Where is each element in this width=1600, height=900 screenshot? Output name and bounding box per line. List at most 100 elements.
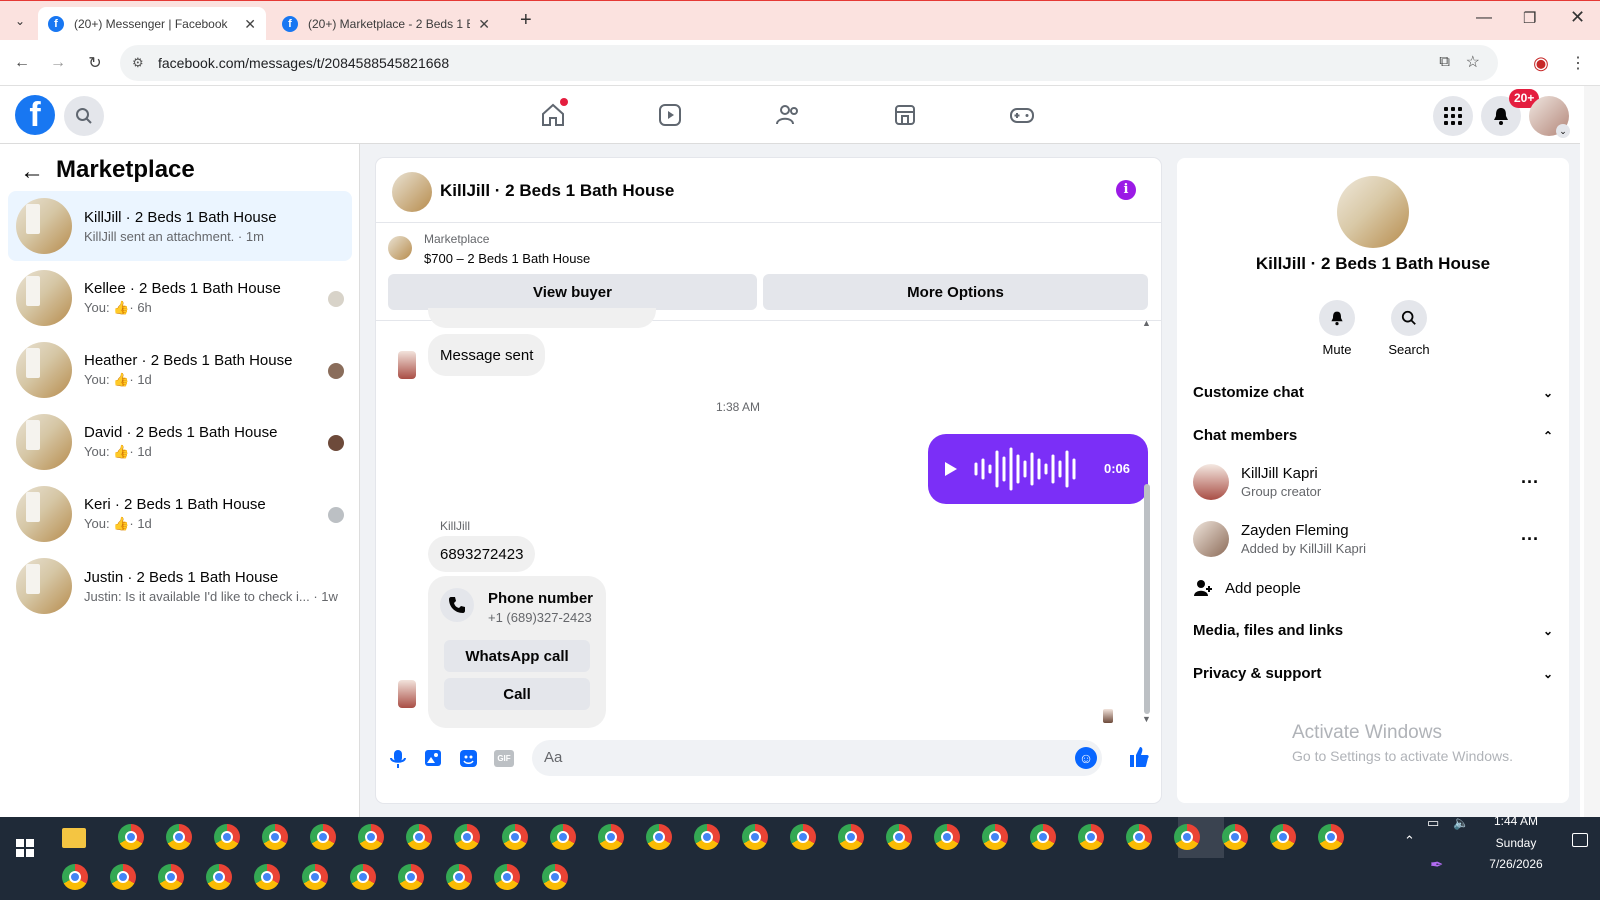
account-chevron-icon[interactable]: ⌄ xyxy=(1556,124,1570,138)
notification-center-icon[interactable] xyxy=(1572,833,1588,847)
chrome-taskbar-icon[interactable] xyxy=(166,824,192,850)
clock-date[interactable]: 7/26/2026 xyxy=(1472,857,1560,871)
add-people-row[interactable]: Add people xyxy=(1193,578,1553,598)
info-icon[interactable]: i xyxy=(1116,180,1136,200)
network-icon[interactable]: ▭ xyxy=(1427,815,1439,831)
chrome-taskbar-icon[interactable] xyxy=(446,864,472,890)
close-tab-icon[interactable]: ✕ xyxy=(478,16,490,33)
chrome-taskbar-icon[interactable] xyxy=(502,824,528,850)
address-bar[interactable]: ⚙ facebook.com/messages/t/20845885458216… xyxy=(120,45,1498,81)
chat-scroll-up[interactable]: ▲ xyxy=(1142,318,1151,328)
conversation-item[interactable]: Heather · 2 Beds 1 Bath House You: 👍· 1d xyxy=(8,335,352,405)
chrome-taskbar-icon[interactable] xyxy=(262,824,288,850)
message-input[interactable]: Aa ☺ xyxy=(532,740,1102,776)
chrome-taskbar-icon[interactable] xyxy=(110,864,136,890)
conversation-item[interactable]: KillJill · 2 Beds 1 Bath House KillJill … xyxy=(8,191,352,261)
chrome-taskbar-icon[interactable] xyxy=(454,824,480,850)
view-buyer-button[interactable]: View buyer xyxy=(388,274,757,310)
home-nav-button[interactable] xyxy=(538,98,568,130)
chrome-taskbar-icon[interactable] xyxy=(1030,824,1056,850)
more-options-button[interactable]: More Options xyxy=(763,274,1148,310)
member-item[interactable]: KillJill Kapri Group creator ··· xyxy=(1193,464,1553,500)
tab-search-button[interactable]: ⌄ xyxy=(8,9,32,33)
file-explorer-icon[interactable] xyxy=(62,828,86,848)
chrome-taskbar-icon[interactable] xyxy=(742,824,768,850)
video-nav-button[interactable] xyxy=(655,100,685,130)
customize-chat-row[interactable]: Customize chat ⌄ xyxy=(1193,384,1553,401)
pen-icon[interactable]: ✒ xyxy=(1430,855,1443,875)
gif-button[interactable]: GIF xyxy=(494,750,514,767)
chrome-taskbar-icon[interactable] xyxy=(886,824,912,850)
like-thumb-icon[interactable] xyxy=(1128,746,1150,768)
play-icon[interactable] xyxy=(944,461,958,477)
chrome-taskbar-icon[interactable] xyxy=(934,824,960,850)
chrome-taskbar-icon[interactable] xyxy=(598,824,624,850)
clock-time[interactable]: 1:44 AM xyxy=(1472,814,1560,828)
menu-button[interactable] xyxy=(1433,96,1473,136)
chat-scroll-down[interactable]: ▼ xyxy=(1142,714,1151,724)
chrome-taskbar-icon[interactable] xyxy=(118,824,144,850)
close-tab-icon[interactable]: ✕ xyxy=(244,16,256,33)
chrome-taskbar-icon[interactable] xyxy=(790,824,816,850)
phone-message-bubble[interactable]: 6893272423 xyxy=(428,536,536,572)
chat-members-row[interactable]: Chat members ⌃ xyxy=(1193,427,1553,444)
conversation-item[interactable]: David · 2 Beds 1 Bath House You: 👍· 1d xyxy=(8,407,352,477)
new-tab-button[interactable]: + xyxy=(520,9,532,32)
chrome-taskbar-icon[interactable] xyxy=(62,864,88,890)
chrome-taskbar-icon[interactable] xyxy=(254,864,280,890)
call-button[interactable]: Call xyxy=(444,678,590,710)
phone-card[interactable]: Phone number +1 (689)327-2423 WhatsApp c… xyxy=(428,576,606,728)
chrome-taskbar-icon[interactable] xyxy=(542,864,568,890)
friends-nav-button[interactable] xyxy=(773,100,803,130)
chrome-taskbar-icon[interactable] xyxy=(214,824,240,850)
chrome-taskbar-icon[interactable] xyxy=(206,864,232,890)
close-window-button[interactable]: ✕ xyxy=(1570,7,1585,28)
chat-scrollbar-thumb[interactable] xyxy=(1144,484,1150,714)
chrome-taskbar-icon[interactable] xyxy=(838,824,864,850)
privacy-support-row[interactable]: Privacy & support ⌄ xyxy=(1193,665,1553,682)
gaming-nav-button[interactable] xyxy=(1007,100,1037,130)
chrome-taskbar-icon[interactable] xyxy=(1222,824,1248,850)
more-options-icon[interactable]: ··· xyxy=(1521,529,1539,550)
volume-icon[interactable]: 🔈 xyxy=(1453,815,1469,831)
back-button[interactable]: ← xyxy=(12,53,32,73)
chrome-taskbar-icon[interactable] xyxy=(1078,824,1104,850)
show-hidden-icons[interactable]: ⌃ xyxy=(1404,833,1415,849)
marketplace-nav-button[interactable] xyxy=(890,100,920,130)
chrome-taskbar-icon[interactable] xyxy=(1318,824,1344,850)
clock-day[interactable]: Sunday xyxy=(1472,836,1560,850)
conversation-item[interactable]: Kellee · 2 Beds 1 Bath House You: 👍· 6h xyxy=(8,263,352,333)
site-info-icon[interactable]: ⚙ xyxy=(132,55,144,71)
search-button[interactable] xyxy=(64,96,104,136)
chrome-taskbar-icon[interactable] xyxy=(694,824,720,850)
chat-title[interactable]: KillJill · 2 Beds 1 Bath House xyxy=(440,181,674,201)
minimize-button[interactable]: — xyxy=(1476,9,1492,27)
conversation-item[interactable]: Keri · 2 Beds 1 Bath House You: 👍· 1d xyxy=(8,479,352,549)
page-scrollbar[interactable] xyxy=(1584,86,1600,817)
chrome-taskbar-icon[interactable] xyxy=(350,864,376,890)
chrome-taskbar-icon[interactable] xyxy=(1126,824,1152,850)
media-files-row[interactable]: Media, files and links ⌄ xyxy=(1193,622,1553,639)
photo-icon[interactable] xyxy=(424,749,442,767)
more-options-icon[interactable]: ··· xyxy=(1521,472,1539,493)
sticker-icon[interactable] xyxy=(459,749,478,768)
chrome-taskbar-icon[interactable] xyxy=(646,824,672,850)
profile-icon[interactable]: ◉ xyxy=(1531,53,1551,73)
maximize-button[interactable]: ❐ xyxy=(1523,9,1536,27)
chrome-taskbar-icon[interactable] xyxy=(406,824,432,850)
search-conversation-button[interactable]: Search xyxy=(1377,300,1441,357)
bookmark-star-icon[interactable]: ☆ xyxy=(1466,52,1480,72)
chrome-taskbar-icon[interactable] xyxy=(982,824,1008,850)
chat-avatar[interactable] xyxy=(392,172,432,212)
emoji-icon[interactable]: ☺ xyxy=(1075,747,1097,769)
chrome-taskbar-icon[interactable] xyxy=(494,864,520,890)
forward-button[interactable]: → xyxy=(48,53,68,73)
voice-message-bubble[interactable]: 0:06 xyxy=(928,434,1148,504)
chrome-taskbar-icon[interactable] xyxy=(158,864,184,890)
chrome-taskbar-icon[interactable] xyxy=(398,864,424,890)
conversation-item[interactable]: Justin · 2 Beds 1 Bath House Justin: Is … xyxy=(8,551,352,621)
chrome-taskbar-icon[interactable] xyxy=(310,824,336,850)
member-item[interactable]: Zayden Fleming Added by KillJill Kapri ·… xyxy=(1193,521,1553,557)
whatsapp-call-button[interactable]: WhatsApp call xyxy=(444,640,590,672)
chrome-taskbar-icon[interactable] xyxy=(358,824,384,850)
